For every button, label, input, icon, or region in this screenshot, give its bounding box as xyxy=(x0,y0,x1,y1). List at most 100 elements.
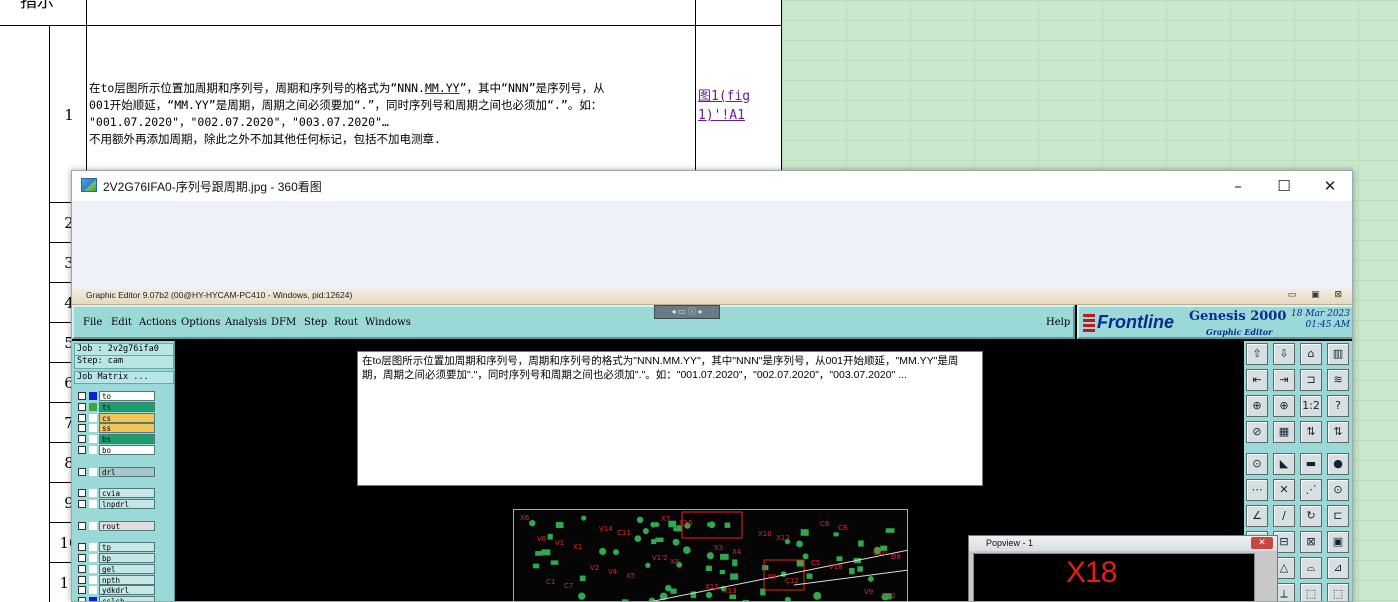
pcb-pad xyxy=(550,560,559,565)
tool-button-icon: ⬚ xyxy=(1300,583,1322,601)
pcb-pad xyxy=(729,594,737,600)
tool-button-icon: ▬ xyxy=(1300,453,1322,475)
tool-button-icon: ⇅ xyxy=(1327,421,1349,443)
tool-button-icon: ∠ xyxy=(1246,505,1268,527)
layer-row: bs xyxy=(75,434,171,445)
genesis-menubar: File Edit Actions Options Analysis DFM S… xyxy=(72,305,1075,339)
tool-button-icon: ▣ xyxy=(1327,531,1349,553)
tool-button-icon: ▦ xyxy=(1273,421,1295,443)
instruction-cell-row1[interactable]: 在to层图所示位置加周期和序列号，周期和序列号的格式为“NNN.MM.YY”，其… xyxy=(89,80,689,148)
instruction-note-box: 在to层图所示位置加周期和序列号，周期和序列号的格式为"NNN.MM.YY"，其… xyxy=(357,351,983,486)
layer-checkbox xyxy=(78,575,86,584)
layer-row: drl xyxy=(75,466,171,478)
pcb-designator: C5 xyxy=(811,559,820,567)
layer-name: tp xyxy=(99,542,155,553)
menu-step: Step xyxy=(304,317,328,328)
grid-line xyxy=(49,402,71,403)
layer-row: bp xyxy=(75,552,171,564)
layer-color-swatch xyxy=(89,424,97,433)
pcb-designator: V4 xyxy=(608,568,618,576)
tool-button-icon: ⌂ xyxy=(1300,343,1322,365)
tool-button-icon: ⬚ xyxy=(1327,583,1349,601)
tool-button-icon: ⊠ xyxy=(1300,531,1322,553)
instruction-line: 在to层图所示位置加周期和序列号，周期和序列号的格式为“NNN.MM.YY”，其… xyxy=(89,81,605,95)
pcb-pad xyxy=(705,565,712,571)
layer-row: ss xyxy=(75,423,171,434)
pcb-via xyxy=(634,535,642,542)
tool-button-icon: ▥ xyxy=(1327,343,1349,365)
menu-options: Options xyxy=(181,317,221,328)
pcb-via xyxy=(654,521,660,528)
grid-line xyxy=(49,242,71,243)
pcb-designator: C11 xyxy=(617,529,631,537)
tool-button-icon: ✕ xyxy=(1273,479,1295,501)
pcb-designator: C12 xyxy=(785,577,799,585)
pcb-designator: X9 xyxy=(767,573,776,581)
pcb-designator: C10 xyxy=(873,549,887,557)
minimize-button[interactable]: – xyxy=(1215,171,1261,201)
menu-windows: Windows xyxy=(365,317,411,328)
layer-row: lnpdrl xyxy=(75,498,171,510)
layer-name: drl xyxy=(99,466,155,477)
layer-name: ts xyxy=(99,401,155,412)
layer-color-swatch xyxy=(89,564,97,573)
tool-button-icon: ⊙ xyxy=(1246,453,1268,475)
layer-color-swatch xyxy=(89,597,97,601)
pcb-pad xyxy=(719,569,726,575)
tool-button-icon: ◣ xyxy=(1273,453,1295,475)
layer-name: cs xyxy=(99,412,155,423)
pcb-board-view: X6 X1 X5 X15 X4 C12 C8 D8 C7 C11 X8 X13 X12 V18 V12 V1 V… xyxy=(513,509,908,601)
layer-row: ts xyxy=(75,401,171,413)
instruction-line: "001.07.2020"，"002.07.2020"，"003.07.2020… xyxy=(89,115,389,129)
pcb-via xyxy=(813,591,822,600)
close-icon: ✕ xyxy=(1323,177,1337,195)
tool-button-icon: ⋯ xyxy=(1246,479,1268,501)
tool-button-icon: ? xyxy=(1327,395,1349,417)
layer-name: ydkdrl xyxy=(99,585,155,596)
layer-row: ydkdrl xyxy=(75,585,171,596)
pcb-pad xyxy=(555,522,564,528)
layer-row xyxy=(75,510,171,521)
grid-line xyxy=(0,25,782,26)
layer-name: to xyxy=(99,391,155,401)
grid-line xyxy=(49,442,71,443)
pcb-designator: X15 xyxy=(679,519,693,527)
genesis-titlebar: Graphic Editor 9.07b2 (00@HY-HYCAM-PC410… xyxy=(72,289,1352,305)
layer-name: npth xyxy=(99,574,155,585)
pcb-designator: C8 xyxy=(838,524,847,532)
popview-title: Popview - 1 xyxy=(969,536,1277,551)
layer-checkbox xyxy=(78,413,86,422)
layer-name: bs xyxy=(99,434,155,445)
layer-name: rout xyxy=(99,520,155,531)
viewer-titlebar[interactable]: 2V2G76IFA0-序列号跟周期.jpg - 360看图 – ☐ ✕ xyxy=(72,171,1352,201)
layer-row: bo xyxy=(75,444,171,456)
maximize-button[interactable]: ☐ xyxy=(1261,171,1307,201)
layer-checkbox xyxy=(78,499,86,508)
pcb-via xyxy=(529,519,536,527)
pcb-pad xyxy=(707,522,715,527)
layer-row: cs xyxy=(75,412,171,424)
popview-window: Popview - 1 ✕ X18 xyxy=(968,535,1278,601)
tool-button-icon: ↻ xyxy=(1300,505,1322,527)
image-viewer-window[interactable]: 2V2G76IFA0-序列号跟周期.jpg - 360看图 – ☐ ✕ Grap… xyxy=(71,170,1353,602)
layer-checkbox xyxy=(78,543,86,552)
pcb-pad xyxy=(800,529,809,536)
row-number: 1 xyxy=(64,106,74,124)
genesis-mini-toolbar: ◂ ▭ ⓘ ▸ xyxy=(654,305,720,319)
viewer-title: 2V2G76IFA0-序列号跟周期.jpg - 360看图 xyxy=(103,180,322,194)
logo-datetime: 18 Mar 2023 01:45 AM xyxy=(1286,309,1350,331)
pcb-designator: X13 xyxy=(723,587,737,595)
pcb-board-graphic: X6 X1 X5 X15 X4 C12 C8 D8 C7 C11 X8 X13 X12 V18 V12 V1 V… xyxy=(520,511,907,601)
layer-checkbox xyxy=(78,424,86,433)
popview-close-icon: ✕ xyxy=(1251,537,1273,549)
layer-color-swatch xyxy=(89,445,97,454)
layer-row: npth xyxy=(75,574,171,586)
layer-checkbox xyxy=(78,521,86,530)
layer-row xyxy=(75,477,171,488)
pcb-via xyxy=(706,552,714,560)
layer-checkbox xyxy=(78,586,86,595)
pcb-pad xyxy=(651,539,657,545)
figure-hyperlink[interactable]: 图1(fig1)'!A1 xyxy=(698,87,780,125)
close-button[interactable]: ✕ xyxy=(1307,171,1352,201)
grid-line xyxy=(49,362,71,363)
